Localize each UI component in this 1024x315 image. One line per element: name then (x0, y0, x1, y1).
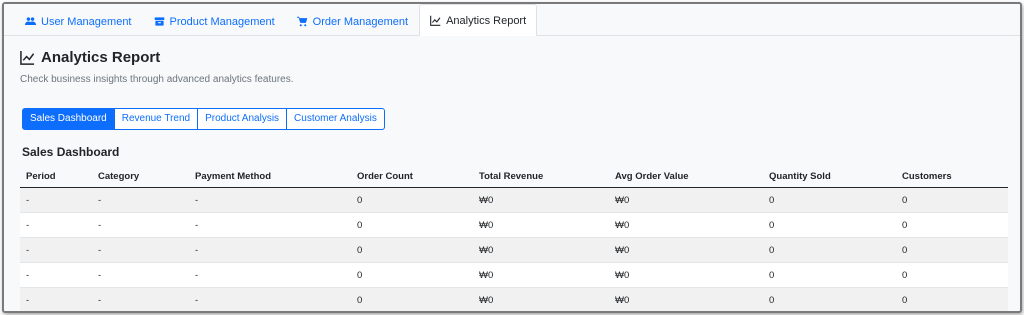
tab-label: User Management (41, 15, 132, 28)
column-header-period[interactable]: Period (20, 165, 92, 188)
table-cell: ₩0 (473, 287, 609, 311)
table-cell: 0 (351, 212, 473, 238)
table-row[interactable]: - - - 0 ₩0 ₩0 0 0 (20, 187, 1008, 213)
subtab-customer-analysis[interactable]: Customer Analysis (286, 108, 385, 130)
table-cell: 0 (351, 237, 473, 263)
table-cell: 0 (763, 187, 896, 213)
analytics-subtabs: Sales Dashboard Revenue Trend Product An… (22, 108, 385, 130)
table-cell: 0 (351, 262, 473, 288)
subtab-revenue-trend[interactable]: Revenue Trend (113, 108, 199, 130)
table-cell: - (189, 262, 351, 288)
column-header-customers[interactable]: Customers (896, 165, 1008, 188)
table-cell: - (189, 287, 351, 311)
table-cell: 0 (896, 187, 1008, 213)
table-cell: - (189, 212, 351, 238)
tab-label: Product Management (169, 15, 275, 28)
table-cell: 0 (351, 187, 473, 213)
table-cell: ₩0 (609, 212, 763, 238)
tab-product-management[interactable]: Product Management (143, 6, 286, 36)
column-header-quantity-sold[interactable]: Quantity Sold (763, 165, 896, 188)
chart-line-icon (20, 50, 35, 65)
subtab-product-analysis[interactable]: Product Analysis (197, 108, 288, 130)
table-row[interactable]: - - - 0 ₩0 ₩0 0 0 (20, 212, 1008, 238)
tab-user-management[interactable]: User Management (14, 6, 143, 36)
subtab-sales-dashboard[interactable]: Sales Dashboard (22, 108, 115, 130)
users-icon (25, 17, 36, 25)
page-title-text: Analytics Report (41, 48, 161, 66)
table-cell: - (20, 262, 92, 288)
table-cell: 0 (351, 287, 473, 311)
table-cell: - (92, 287, 189, 311)
tab-order-management[interactable]: Order Management (286, 6, 419, 36)
table-cell: - (20, 237, 92, 263)
column-header-category[interactable]: Category (92, 165, 189, 188)
table-cell: - (92, 212, 189, 238)
page-subtitle: Check business insights through advanced… (20, 74, 294, 85)
table-cell: ₩0 (609, 237, 763, 263)
tab-label: Analytics Report (446, 14, 527, 27)
table-cell: 0 (896, 262, 1008, 288)
table-cell: 0 (896, 212, 1008, 238)
table-header-row: Period Category Payment Method Order Cou… (20, 165, 1008, 188)
table-cell: - (189, 187, 351, 213)
sales-table: Period Category Payment Method Order Cou… (20, 165, 1008, 311)
table-cell: ₩0 (609, 262, 763, 288)
tab-analytics-report[interactable]: Analytics Report (419, 4, 538, 36)
main-nav-tabs: User Management Product Management Order… (4, 4, 1020, 36)
table-cell: 0 (763, 212, 896, 238)
section-title: Sales Dashboard (22, 145, 120, 159)
table-row[interactable]: - - - 0 ₩0 ₩0 0 0 (20, 287, 1008, 311)
table-row[interactable]: - - - 0 ₩0 ₩0 0 0 (20, 262, 1008, 288)
table-cell: - (189, 237, 351, 263)
page-title: Analytics Report (20, 46, 1020, 68)
column-header-order-count[interactable]: Order Count (351, 165, 473, 188)
table-cell: 0 (763, 237, 896, 263)
table-row[interactable]: - - - 0 ₩0 ₩0 0 0 (20, 237, 1008, 263)
column-header-total-revenue[interactable]: Total Revenue (473, 165, 609, 188)
table-cell: ₩0 (473, 187, 609, 213)
table-cell: - (20, 287, 92, 311)
column-header-avg-order-value[interactable]: Avg Order Value (609, 165, 763, 188)
table-cell: ₩0 (609, 287, 763, 311)
table-cell: - (20, 212, 92, 238)
column-header-payment-method[interactable]: Payment Method (189, 165, 351, 188)
table-cell: 0 (896, 287, 1008, 311)
table-cell: - (20, 187, 92, 213)
tab-label: Order Management (312, 15, 409, 28)
main-content: Analytics Report Check business insights… (20, 44, 1020, 311)
cart-icon (296, 16, 307, 27)
table-cell: ₩0 (473, 212, 609, 238)
table-cell: - (92, 237, 189, 263)
table-cell: 0 (896, 237, 1008, 263)
box-icon (154, 17, 164, 26)
table-cell: ₩0 (609, 187, 763, 213)
table-cell: - (92, 262, 189, 288)
app-window: User Management Product Management Order… (2, 2, 1022, 313)
chart-line-icon (430, 15, 441, 26)
table-cell: 0 (763, 287, 896, 311)
table-cell: ₩0 (473, 262, 609, 288)
table-cell: - (92, 187, 189, 213)
table-cell: ₩0 (473, 237, 609, 263)
table-cell: 0 (763, 262, 896, 288)
